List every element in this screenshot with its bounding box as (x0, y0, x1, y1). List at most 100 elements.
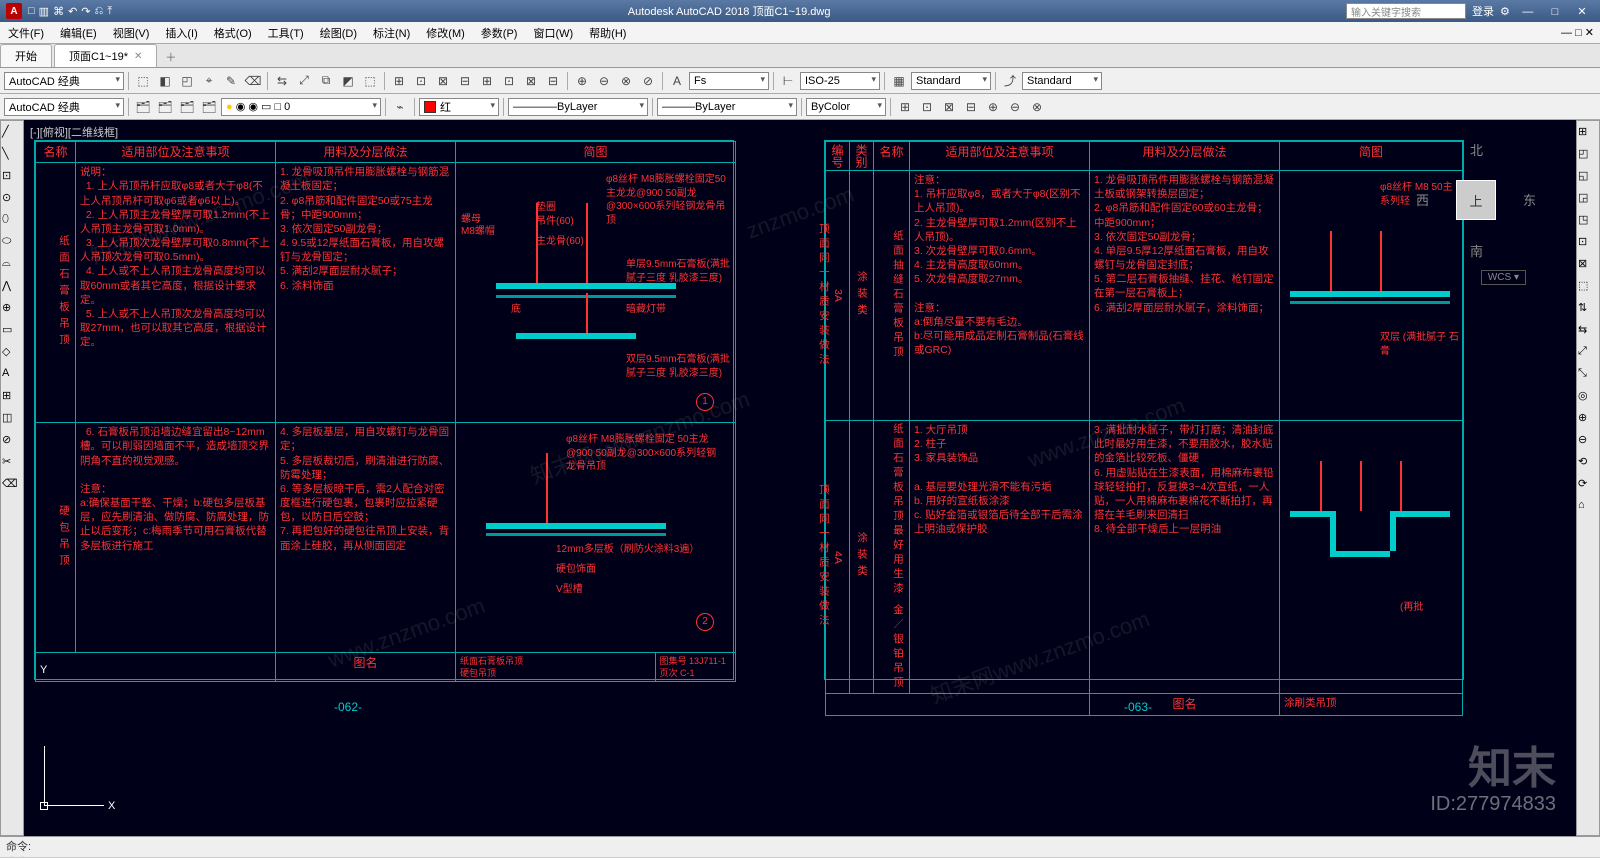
doc-minimize-button[interactable]: — (1561, 27, 1572, 39)
doc-close-button[interactable]: ✕ (1585, 27, 1594, 39)
menu-modify[interactable]: 修改(M) (418, 25, 473, 41)
tb-icon[interactable]: ⊖ (1005, 97, 1025, 117)
draw-spline-icon[interactable]: ⋀ (2, 279, 22, 299)
tb-icon[interactable]: ⊞ (477, 71, 497, 91)
mod-icon[interactable]: ⊕ (1578, 411, 1598, 431)
viewcube[interactable]: 北 南 东 西 上 (1416, 140, 1536, 260)
draw-insert-icon[interactable]: ▭ (2, 323, 22, 343)
tb-icon[interactable]: ⇆ (272, 71, 292, 91)
draw-ellipse-icon[interactable]: ⊕ (2, 301, 22, 321)
doc-maximize-button[interactable]: □ (1575, 27, 1582, 39)
compass-north[interactable]: 北 (1470, 140, 1483, 159)
tab-drawing[interactable]: 顶面C1~19* ✕ (54, 44, 157, 67)
tb-icon[interactable]: ⧉ (316, 71, 336, 91)
mod-icon[interactable]: ⇅ (1578, 301, 1598, 321)
tb-icon[interactable]: ⬚ (133, 71, 153, 91)
layer-icon[interactable]: 🗂 (155, 97, 175, 117)
mod-icon[interactable]: ⤢ (1578, 345, 1598, 365)
tb-icon[interactable]: ✎ (221, 71, 241, 91)
wcs-indicator[interactable]: WCS ▾ (1481, 270, 1526, 285)
mod-icon[interactable]: ⊡ (1578, 235, 1598, 255)
tb-dimstyle-icon[interactable]: ⊢ (778, 71, 798, 91)
tb-tablestyle-icon[interactable]: ▦ (889, 71, 909, 91)
menu-dimension[interactable]: 标注(N) (365, 25, 418, 41)
tb-icon[interactable]: ⊡ (917, 97, 937, 117)
plotstyle-combo[interactable]: ByColor (806, 98, 886, 116)
close-button[interactable]: ✕ (1570, 5, 1594, 18)
draw-polygon-icon[interactable]: ⊙ (2, 191, 22, 211)
signin-link[interactable]: 登录 (1472, 3, 1494, 19)
layer-icon[interactable]: 🗂 (177, 97, 197, 117)
tb-icon[interactable]: ⬚ (360, 71, 380, 91)
mod-icon[interactable]: ◳ (1578, 213, 1598, 233)
draw-block-icon[interactable]: ◇ (2, 345, 22, 365)
tablestyle-combo[interactable]: Standard (911, 72, 991, 90)
menu-help[interactable]: 帮助(H) (581, 25, 634, 41)
tb-icon[interactable]: ◰ (177, 71, 197, 91)
draw-rect-icon[interactable]: ⬯ (2, 213, 22, 233)
draw-table-icon[interactable]: ◫ (2, 411, 22, 431)
qat-plot-icon[interactable]: ⎌ (95, 5, 104, 18)
tb-icon[interactable]: ⊠ (521, 71, 541, 91)
dimstyle-combo[interactable]: ISO-25 (800, 72, 880, 90)
draw-hatch-icon[interactable]: ⊞ (2, 389, 22, 409)
menu-view[interactable]: 视图(V) (105, 25, 158, 41)
tb-textstyle-icon[interactable]: A (667, 71, 687, 91)
mod-icon[interactable]: ◱ (1578, 169, 1598, 189)
menu-parametric[interactable]: 参数(P) (473, 25, 526, 41)
tb-icon[interactable]: ⊞ (895, 97, 915, 117)
compass-south[interactable]: 南 (1470, 241, 1483, 260)
mod-icon[interactable]: ⇆ (1578, 323, 1598, 343)
qat-open-icon[interactable]: ▥ (39, 5, 49, 18)
menu-tools[interactable]: 工具(T) (260, 25, 312, 41)
mod-icon[interactable]: ⟲ (1578, 455, 1598, 475)
tb-icon[interactable]: ⤢ (294, 71, 314, 91)
workspace-combo-2[interactable]: AutoCAD 经典 (4, 98, 124, 116)
tb-icon[interactable]: ⊘ (638, 71, 658, 91)
tab-start[interactable]: 开始 (0, 44, 52, 67)
minimize-button[interactable]: — (1516, 6, 1540, 18)
menu-format[interactable]: 格式(O) (206, 25, 260, 41)
qat-redo-icon[interactable]: ↷ (81, 5, 90, 18)
tb-icon[interactable]: ⊕ (572, 71, 592, 91)
mod-icon[interactable]: ⬚ (1578, 279, 1598, 299)
menu-draw[interactable]: 绘图(D) (312, 25, 365, 41)
tb-icon[interactable]: ⊡ (499, 71, 519, 91)
layer-icon[interactable]: 🗂 (199, 97, 219, 117)
tb-icon[interactable]: ⊖ (594, 71, 614, 91)
menu-edit[interactable]: 编辑(E) (52, 25, 105, 41)
layer-combo[interactable]: ● ◉ ◉ ▭ □ 0 (221, 98, 381, 116)
draw-pline-icon[interactable]: ⊡ (2, 169, 22, 189)
draw-line-icon[interactable]: ╱ (2, 125, 22, 145)
tb-icon[interactable]: ⊠ (433, 71, 453, 91)
linetype-combo[interactable]: ———— ByLayer (508, 98, 648, 116)
mod-icon[interactable]: ◰ (1578, 147, 1598, 167)
draw-wipeout-icon[interactable]: ⌫ (2, 477, 22, 497)
menu-window[interactable]: 窗口(W) (525, 25, 581, 41)
help-search-input[interactable]: 输入关键字搜索 (1346, 3, 1466, 19)
matchprop-icon[interactable]: ⌁ (390, 97, 410, 117)
tb-icon[interactable]: ⊡ (411, 71, 431, 91)
tb-icon[interactable]: ⊗ (616, 71, 636, 91)
qat-new-icon[interactable]: □ (28, 5, 35, 18)
mod-icon[interactable]: ⌂ (1578, 499, 1598, 519)
draw-region-icon[interactable]: ✂ (2, 455, 22, 475)
viewport-label[interactable]: [-][俯视][二维线框] (30, 124, 118, 140)
app-logo[interactable]: A (6, 3, 22, 19)
mod-icon[interactable]: ◎ (1578, 389, 1598, 409)
mod-icon[interactable]: ⟳ (1578, 477, 1598, 497)
new-tab-button[interactable]: ＋ (159, 47, 182, 67)
color-combo[interactable]: 红 (419, 98, 499, 116)
exchange-icon[interactable]: ⚙ (1500, 5, 1510, 18)
menu-file[interactable]: 文件(F) (0, 25, 52, 41)
lineweight-combo[interactable]: ——— ByLayer (657, 98, 797, 116)
draw-text-icon[interactable]: A (2, 367, 22, 387)
tb-icon[interactable]: ◧ (155, 71, 175, 91)
tb-icon[interactable]: ⊟ (543, 71, 563, 91)
drawing-canvas[interactable]: [-][俯视][二维线框] 名称 适用部位及注意事项 用料及分层做法 简图 纸面… (24, 120, 1576, 836)
compass-west[interactable]: 西 (1416, 190, 1429, 209)
tb-icon[interactable]: ⊗ (1027, 97, 1047, 117)
qat-save-icon[interactable]: ⌘ (53, 5, 64, 18)
compass-east[interactable]: 东 (1523, 190, 1536, 209)
draw-xline-icon[interactable]: ╲ (2, 147, 22, 167)
